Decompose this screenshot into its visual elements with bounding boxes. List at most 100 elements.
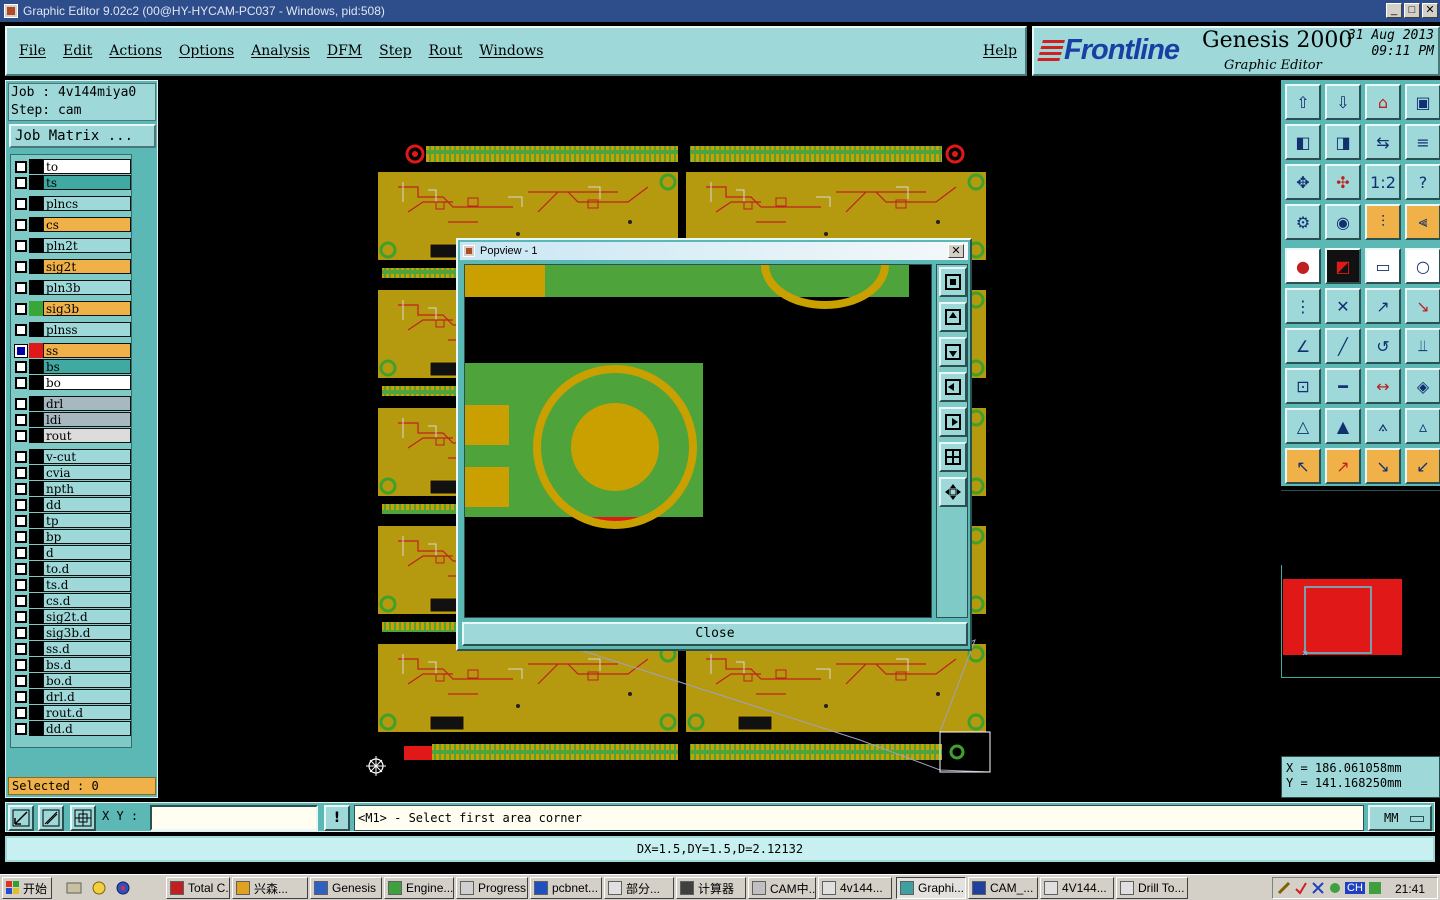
layer-row-ss[interactable]: ss — [13, 343, 131, 358]
tool-node-edit-button[interactable]: ⋮ — [1285, 288, 1321, 324]
layer-row-d[interactable]: d — [13, 545, 131, 560]
layer-color-swatch[interactable] — [29, 217, 43, 232]
show-desktop-icon[interactable] — [66, 880, 82, 896]
layer-color-swatch[interactable] — [29, 359, 43, 374]
layer-row-tp[interactable]: tp — [13, 513, 131, 528]
layer-checkbox[interactable] — [15, 429, 27, 442]
layer-name[interactable]: pln2t — [43, 238, 131, 253]
tool-upload-layer-button[interactable]: ⇧ — [1285, 84, 1321, 120]
popview-pan-right-button[interactable] — [939, 407, 967, 437]
layer-color-swatch[interactable] — [29, 561, 43, 576]
layer-color-swatch[interactable] — [29, 396, 43, 411]
measure-mode-button[interactable] — [38, 805, 64, 831]
layer-name[interactable]: drl — [43, 396, 131, 411]
layer-checkbox[interactable] — [15, 302, 27, 315]
layer-name[interactable]: cs.d — [43, 593, 131, 608]
xy-input[interactable] — [150, 805, 318, 831]
layer-row-pln3b[interactable]: pln3b — [13, 280, 131, 295]
layer-name[interactable]: tp — [43, 513, 131, 528]
layer-color-swatch[interactable] — [29, 343, 43, 358]
tool-snap-settings-button[interactable]: ⚙ — [1285, 204, 1321, 240]
layer-color-swatch[interactable] — [29, 657, 43, 672]
layer-checkbox[interactable] — [15, 413, 27, 426]
layer-checkbox[interactable] — [15, 466, 27, 479]
layer-checkbox[interactable] — [15, 514, 27, 527]
quicklaunch-globe-icon[interactable] — [115, 880, 131, 896]
layer-row-cs[interactable]: cs — [13, 217, 131, 232]
layer-row-npth[interactable]: npth — [13, 481, 131, 496]
layer-row-plncs[interactable]: plncs — [13, 196, 131, 211]
tool-draw-angle-button[interactable]: ∠ — [1285, 328, 1321, 364]
menu-edit[interactable]: Edit — [63, 43, 92, 59]
layer-name[interactable]: pln3b — [43, 280, 131, 295]
tool-add-pad-button[interactable]: ● — [1285, 248, 1321, 284]
layer-name[interactable]: sig2t — [43, 259, 131, 274]
layer-color-swatch[interactable] — [29, 175, 43, 190]
layer-checkbox[interactable] — [15, 658, 27, 671]
layer-name[interactable]: drl.d — [43, 689, 131, 704]
layer-name[interactable]: npth — [43, 481, 131, 496]
layer-color-swatch[interactable] — [29, 529, 43, 544]
tool-home-view-button[interactable]: ⌂ — [1365, 84, 1401, 120]
layer-color-swatch[interactable] — [29, 301, 43, 316]
taskbar-item-7[interactable]: 计算器 — [676, 877, 746, 899]
menu-analysis[interactable]: Analysis — [251, 43, 310, 59]
menu-file[interactable]: File — [19, 43, 46, 59]
layer-name[interactable]: ss — [43, 343, 131, 358]
layer-row-ss-d[interactable]: ss.d — [13, 641, 131, 656]
layer-color-swatch[interactable] — [29, 196, 43, 211]
layer-row-bs-d[interactable]: bs.d — [13, 657, 131, 672]
layer-name[interactable]: to.d — [43, 561, 131, 576]
layer-color-swatch[interactable] — [29, 577, 43, 592]
layer-color-swatch[interactable] — [29, 609, 43, 624]
taskbar-item-10[interactable]: Graphi... — [896, 877, 966, 899]
popview-zoom-window-button[interactable] — [939, 267, 967, 297]
tool-arc-button[interactable]: ↺ — [1365, 328, 1401, 364]
popview-viewport[interactable] — [464, 264, 932, 618]
layer-row-ts[interactable]: ts — [13, 175, 131, 190]
layer-row-ldi[interactable]: ldi — [13, 412, 131, 427]
layer-checkbox[interactable] — [15, 626, 27, 639]
layer-list[interactable]: to ts plncs cs pln2t sig2t pln3b sig3b plnss ss bs… — [10, 154, 132, 748]
layer-checkbox[interactable] — [15, 642, 27, 655]
snap-mode-button[interactable] — [8, 805, 34, 831]
layer-row-v-cut[interactable]: v-cut — [13, 449, 131, 464]
layer-name[interactable]: sig3b.d — [43, 625, 131, 640]
layer-checkbox[interactable] — [15, 281, 27, 294]
layer-color-swatch[interactable] — [29, 449, 43, 464]
layer-name[interactable]: bp — [43, 529, 131, 544]
taskbar-item-3[interactable]: Engine... — [384, 877, 454, 899]
layer-row-plnss[interactable]: plnss — [13, 322, 131, 337]
menu-options[interactable]: Options — [179, 43, 234, 59]
layer-name[interactable]: ts.d — [43, 577, 131, 592]
layer-name[interactable]: rout — [43, 428, 131, 443]
layer-row-ts-d[interactable]: ts.d — [13, 577, 131, 592]
tool-swap-view-button[interactable]: ⇆ — [1365, 124, 1401, 160]
layer-checkbox[interactable] — [15, 546, 27, 559]
tool-move-pad-button[interactable]: ⊡ — [1285, 368, 1321, 404]
tool-cut-line-button[interactable]: ━ — [1325, 368, 1361, 404]
layer-name[interactable]: to — [43, 159, 131, 174]
overview-minimap[interactable] — [1281, 490, 1440, 752]
layer-row-rout-d[interactable]: rout.d — [13, 705, 131, 720]
layer-checkbox[interactable] — [15, 197, 27, 210]
layer-row-to[interactable]: to — [13, 159, 131, 174]
tool-pointer-button[interactable]: ↖ — [1285, 448, 1321, 484]
popview-close-icon[interactable]: ✕ — [948, 244, 964, 258]
tool-layer-compare-alt-button[interactable]: ⫷ — [1405, 204, 1440, 240]
layer-color-swatch[interactable] — [29, 159, 43, 174]
info-button[interactable]: ! — [324, 805, 350, 831]
popview-pan-left-button[interactable] — [939, 372, 967, 402]
tool-zoom-center-button[interactable]: ✣ — [1325, 164, 1361, 200]
layer-name[interactable]: cs — [43, 217, 131, 232]
layer-name[interactable]: ldi — [43, 412, 131, 427]
menu-windows[interactable]: Windows — [479, 43, 543, 59]
layer-name[interactable]: rout.d — [43, 705, 131, 720]
tool-pointer-box-button[interactable]: ↗ — [1325, 448, 1361, 484]
close-window-button[interactable]: ✕ — [1422, 3, 1438, 18]
taskbar-item-5[interactable]: pcbnet... — [530, 877, 602, 899]
layer-row-bo-d[interactable]: bo.d — [13, 673, 131, 688]
layer-row-bp[interactable]: bp — [13, 529, 131, 544]
tool-redraw-button[interactable]: ≡ — [1405, 124, 1440, 160]
tray-status-icon[interactable] — [1368, 881, 1382, 895]
